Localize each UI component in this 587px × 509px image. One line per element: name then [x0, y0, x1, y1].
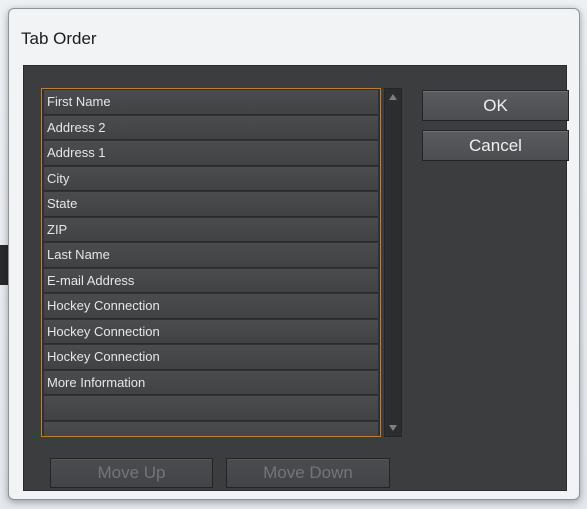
- list-item[interactable]: City: [44, 166, 378, 191]
- list-scrollbar[interactable]: [384, 88, 402, 437]
- list-item[interactable]: Hockey Connection: [44, 319, 378, 344]
- tab-order-list[interactable]: First Name Address 2 Address 1 City Stat…: [41, 88, 381, 437]
- dialog-title: Tab Order: [21, 29, 97, 48]
- tab-order-dialog: Tab Order First Name Address 2 Address 1…: [8, 8, 580, 500]
- dialog-body: First Name Address 2 Address 1 City Stat…: [23, 65, 569, 491]
- list-item-empty: [44, 396, 378, 421]
- list-item[interactable]: More Information: [44, 370, 378, 395]
- ok-button[interactable]: OK: [422, 90, 569, 121]
- list-item[interactable]: ZIP: [44, 217, 378, 242]
- list-item-empty: [44, 421, 378, 436]
- list-item[interactable]: First Name: [44, 90, 378, 115]
- list-item[interactable]: Address 2: [44, 115, 378, 140]
- scroll-up-arrow-icon[interactable]: [385, 89, 401, 105]
- background-edge: [0, 245, 8, 285]
- scroll-down-arrow-icon[interactable]: [385, 420, 401, 436]
- list-item[interactable]: Address 1: [44, 141, 378, 166]
- list-item[interactable]: Last Name: [44, 243, 378, 268]
- list-item[interactable]: Hockey Connection: [44, 294, 378, 319]
- cancel-button[interactable]: Cancel: [422, 130, 569, 161]
- list-item[interactable]: Hockey Connection: [44, 345, 378, 370]
- move-up-button[interactable]: Move Up: [50, 458, 213, 488]
- move-down-button[interactable]: Move Down: [226, 458, 390, 488]
- list-item[interactable]: State: [44, 192, 378, 217]
- list-item[interactable]: E-mail Address: [44, 268, 378, 293]
